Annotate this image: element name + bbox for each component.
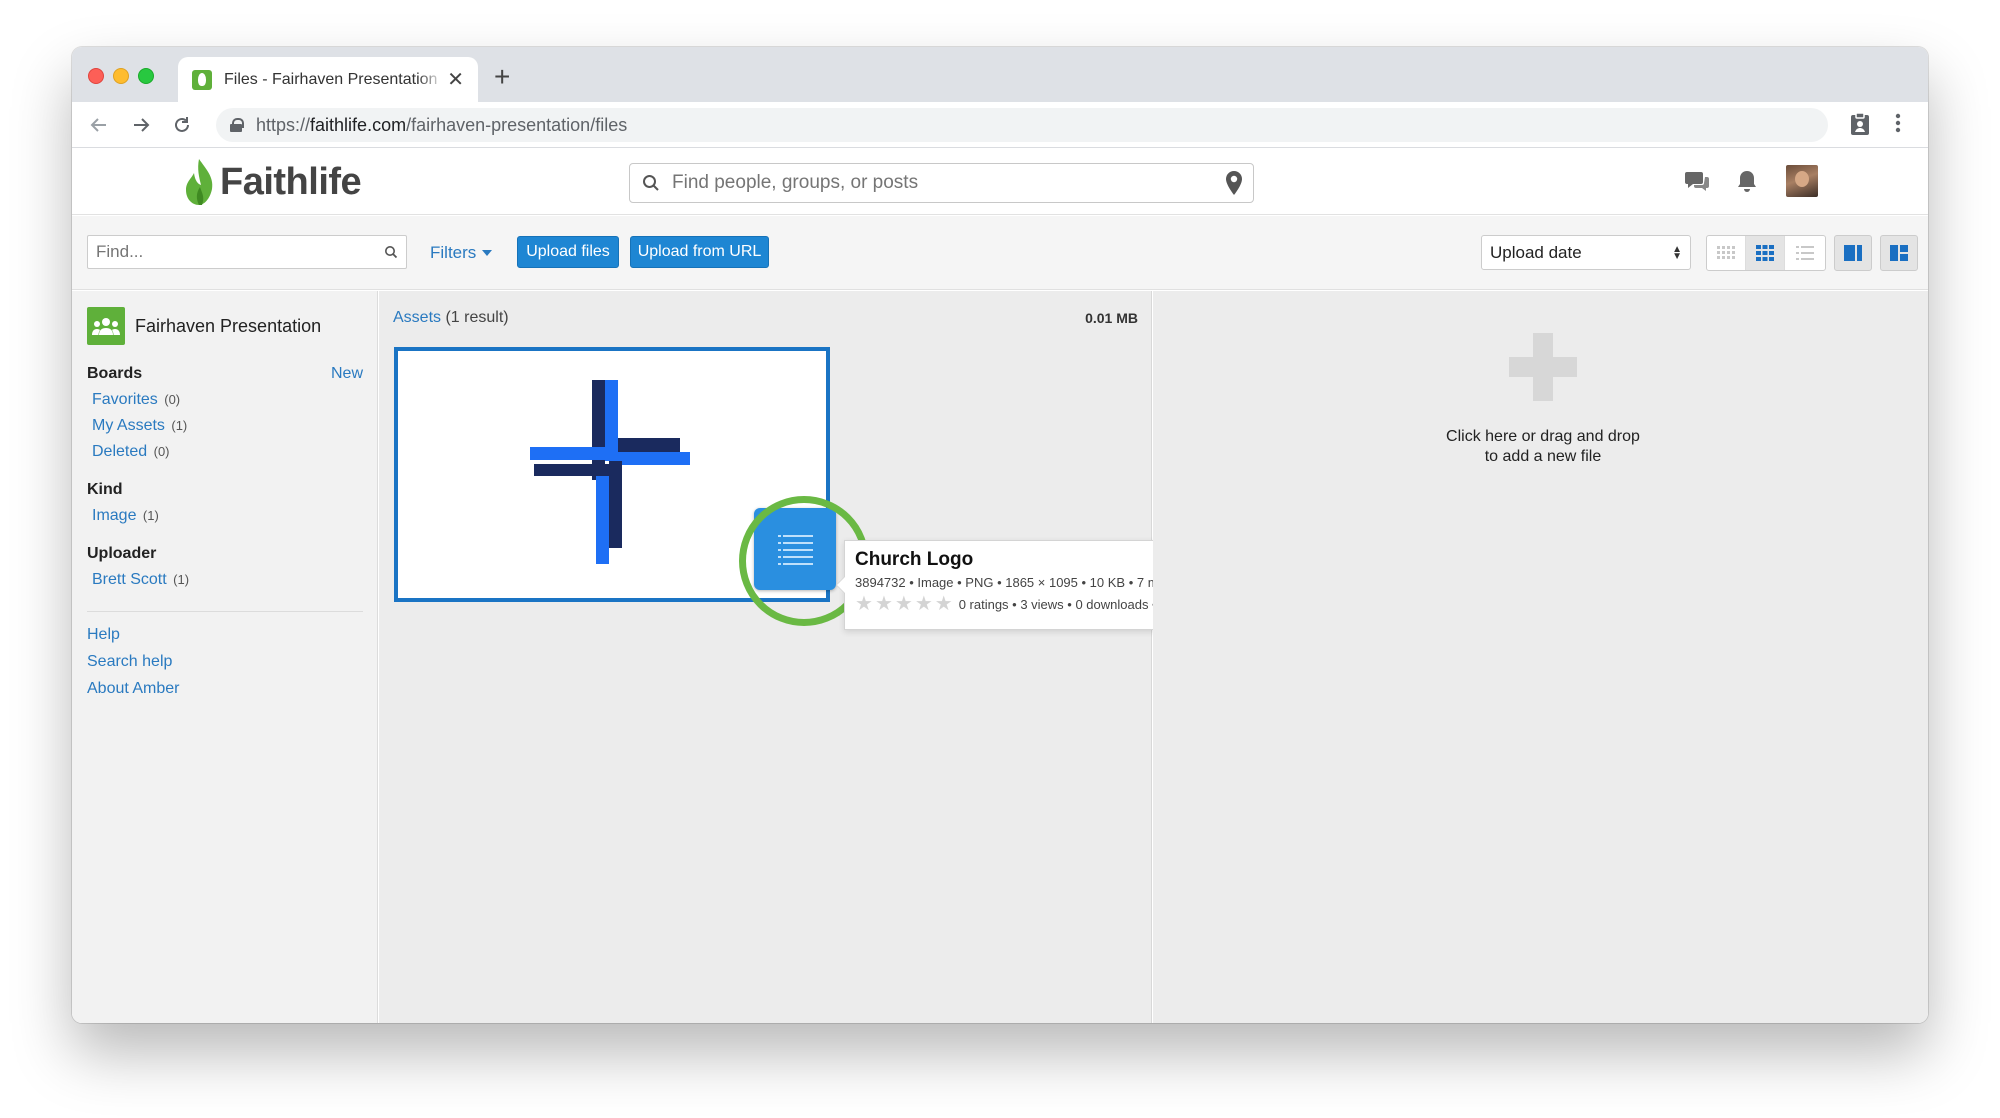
small-grid-view-button[interactable] (1707, 236, 1746, 270)
kind-section: Kind Image (1) (87, 481, 377, 525)
search-help-link[interactable]: Search help (87, 653, 377, 671)
select-arrows-icon: ▲ ▼ (1672, 243, 1682, 262)
board-link-deleted[interactable]: Deleted (0) (92, 443, 377, 461)
url-text: https://faithlife.com/fairhaven-presenta… (256, 114, 628, 135)
back-arrow-icon[interactable] (84, 110, 114, 140)
search-icon[interactable] (384, 245, 398, 259)
list-view-button[interactable] (1785, 236, 1824, 270)
star-icon[interactable]: ★ (915, 594, 933, 614)
close-window-button[interactable] (88, 68, 104, 84)
panel-layout-icon (1835, 236, 1871, 270)
files-toolbar: Filters Upload files Upload from URL Upl… (72, 216, 1928, 290)
board-link-my-assets[interactable]: My Assets (1) (92, 417, 377, 435)
forward-arrow-icon[interactable] (126, 110, 156, 140)
find-input[interactable] (96, 242, 384, 262)
new-tab-icon[interactable]: + (494, 61, 510, 93)
site-search-input[interactable] (672, 172, 1225, 194)
boards-heading: Boards (87, 365, 143, 382)
sidebar: Fairhaven Presentation Boards New Favori… (72, 291, 378, 1023)
upload-files-button[interactable]: Upload files (517, 236, 619, 268)
address-bar[interactable]: https://faithlife.com/fairhaven-presenta… (216, 108, 1828, 142)
breadcrumb: Assets (1 result) (393, 309, 509, 327)
upload-from-url-button[interactable]: Upload from URL (630, 236, 769, 268)
filters-label: Filters (430, 243, 477, 262)
faithlife-logo[interactable]: Faithlife (182, 157, 362, 207)
filters-dropdown[interactable]: Filters (430, 243, 493, 263)
uploader-section: Uploader Brett Scott (1) (87, 545, 377, 589)
browser-menu-icon[interactable] (1895, 112, 1901, 139)
user-avatar[interactable] (1786, 165, 1818, 197)
upload-dropzone[interactable]: Click here or drag and drop to add a new… (1153, 291, 1928, 1023)
help-links: Help Search help About Amber (87, 626, 377, 698)
tab-strip: Files - Fairhaven Presentation ✕ + (72, 47, 1928, 102)
total-size: 0.01 MB (1085, 310, 1138, 326)
medium-grid-view-button[interactable] (1746, 236, 1785, 270)
chevron-down-icon (482, 250, 493, 256)
messages-icon[interactable] (1684, 169, 1710, 198)
board-link-favorites[interactable]: Favorites (0) (92, 391, 377, 409)
page: Faithlife Filters (72, 149, 1928, 1023)
assets-link[interactable]: Assets (393, 309, 441, 326)
masonry-layout-toggle-button[interactable] (1880, 235, 1918, 271)
logo-text: Faithlife (220, 160, 362, 203)
close-tab-icon[interactable]: ✕ (447, 70, 464, 90)
browser-tab[interactable]: Files - Fairhaven Presentation ✕ (178, 57, 478, 102)
tab-title: Files - Fairhaven Presentation (224, 70, 438, 88)
detail-panel-toggle-button[interactable] (1834, 235, 1872, 271)
group-people-icon (87, 307, 125, 345)
about-amber-link[interactable]: About Amber (87, 680, 377, 698)
star-icon[interactable]: ★ (895, 594, 913, 614)
star-icon[interactable]: ★ (875, 594, 893, 614)
result-count: (1 result) (445, 309, 509, 326)
view-size-toggle (1706, 235, 1826, 271)
faithlife-favicon-icon (192, 69, 212, 90)
dropzone-text: Click here or drag and drop to add a new… (1446, 428, 1640, 465)
sidebar-divider (87, 611, 363, 612)
find-field[interactable] (87, 235, 407, 269)
maximize-window-button[interactable] (138, 68, 154, 84)
minimize-window-button[interactable] (113, 68, 129, 84)
location-pin-icon[interactable] (1225, 170, 1243, 196)
search-icon (643, 175, 659, 191)
browser-window: Files - Fairhaven Presentation ✕ + https… (72, 47, 1928, 1023)
site-header: Faithlife (72, 149, 1928, 215)
sort-value: Upload date (1490, 242, 1582, 262)
kind-heading: Kind (87, 481, 123, 498)
group-header[interactable]: Fairhaven Presentation (87, 307, 377, 345)
uploader-heading: Uploader (87, 545, 157, 562)
lock-icon (230, 118, 244, 132)
help-link[interactable]: Help (87, 626, 377, 644)
browser-toolbar: https://faithlife.com/fairhaven-presenta… (72, 102, 1928, 148)
sort-select[interactable]: Upload date ▲ ▼ (1481, 235, 1691, 270)
faithlife-flame-icon (186, 159, 213, 205)
star-icon[interactable]: ★ (935, 594, 953, 614)
site-search-field[interactable] (629, 163, 1254, 203)
uploader-link-brett-scott[interactable]: Brett Scott (1) (92, 571, 377, 589)
boards-section: Boards New Favorites (0) My Assets (1) D… (87, 365, 377, 461)
plus-icon (1509, 333, 1577, 401)
star-icon[interactable]: ★ (855, 594, 873, 614)
clipboard-extension-icon[interactable] (1849, 112, 1871, 141)
notifications-bell-icon[interactable] (1736, 169, 1758, 198)
kind-link-image[interactable]: Image (1) (92, 507, 377, 525)
masonry-layout-icon (1881, 236, 1917, 270)
reload-icon[interactable] (167, 110, 197, 140)
assets-panel: Assets (1 result) 0.01 MB Church Logo 38… (379, 291, 1324, 1023)
new-board-link[interactable]: New (331, 365, 363, 383)
group-name: Fairhaven Presentation (135, 315, 322, 336)
